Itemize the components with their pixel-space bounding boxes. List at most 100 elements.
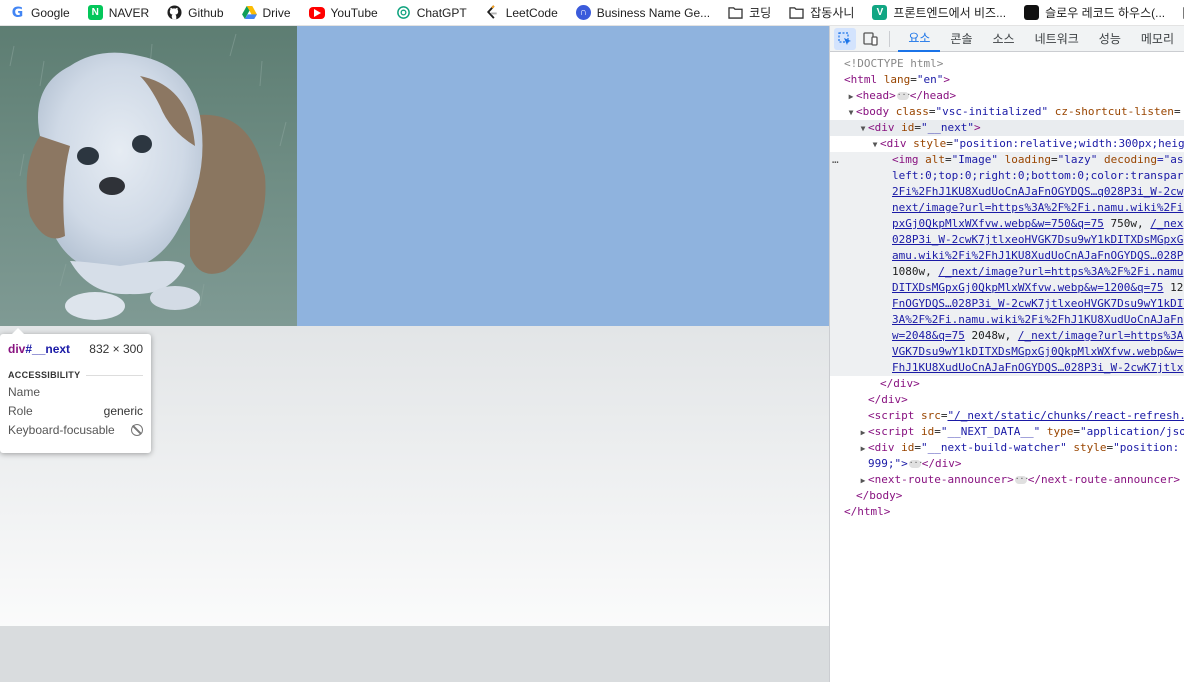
more-actions-icon[interactable]: … (832, 152, 839, 168)
script-src-link[interactable]: "/_next/static/chunks/react-refresh. (947, 409, 1184, 422)
dom-node-build-watcher[interactable]: ▶ <div id="__next-build-watcher" style="p… (830, 440, 1184, 456)
attr-value: "position:relative;width:300px;heig (952, 137, 1184, 150)
dom-node-close-div[interactable]: </div> (830, 392, 1184, 408)
github-icon (167, 5, 183, 20)
inspect-tooltip: div#__next 832 × 300 ACCESSIBILITY Name … (0, 328, 151, 453)
srcset-link[interactable]: /_next/image?url=https%3A%2F%2Fi.namu (938, 265, 1183, 278)
tag-text: </next-route-announcer> (1027, 473, 1181, 486)
collapsed-ellipsis-icon[interactable]: ··· (896, 91, 911, 100)
srcset-link[interactable]: DITXDsMGpxGj0QkpMlxWXfvw.webp&w=1200&q=7… (892, 281, 1164, 294)
tooltip-section-accessibility: ACCESSIBILITY (8, 370, 143, 380)
expand-triangle-icon[interactable]: ▶ (846, 89, 856, 104)
dom-build-watcher-continuation: 999;">···</div> (830, 456, 1184, 472)
dom-node-next-div[interactable]: ▼ <div id="__next"> (830, 120, 1184, 136)
srcset-descriptor: 750w, (1110, 217, 1144, 230)
srcset-link[interactable]: amu.wiki%2Fi%2FhJ1KU8XudUoCnAJaFnOGYDQS…… (892, 249, 1183, 262)
srcset-link[interactable]: 028P3i_W-2cwK7jtlxeoHVGK7Dsu9wY1kDITXDsM… (892, 233, 1183, 246)
attr-name: src (920, 409, 941, 422)
dom-img-continuation: pxGj0QkpMlxWXfvw.webp&w=750&q=75 750w, /… (830, 216, 1184, 232)
tag-text: <head> (856, 89, 896, 102)
srcset-link[interactable]: next/image?url=https%3A%2F%2Fi.namu.wiki… (892, 201, 1183, 214)
dom-img-continuation: 028P3i_W-2cwK7jtlxeoHVGK7Dsu9wY1kDITXDsM… (830, 232, 1184, 248)
bookmark-label: YouTube (330, 5, 378, 20)
inspect-element-button[interactable] (834, 27, 856, 50)
tab-performance[interactable]: 성능 (1089, 26, 1131, 52)
expand-triangle-icon[interactable]: ▶ (858, 425, 868, 440)
dom-node-body-close[interactable]: </body> (830, 488, 1184, 504)
bookmark-label: NAVER (108, 5, 150, 20)
collapse-triangle-icon[interactable]: ▼ (858, 121, 868, 136)
attr-name: lang (883, 73, 911, 86)
dom-node-route-announcer[interactable]: ▶ <next-route-announcer>···</next-route-a… (830, 472, 1184, 488)
bookmark-folder-misc[interactable]: 잡동사니 (789, 2, 854, 24)
tab-memory[interactable]: 메모리 (1131, 26, 1184, 52)
srcset-link[interactable]: w=2048&q=75 (892, 329, 965, 342)
attr-name: style (913, 137, 947, 150)
not-focusable-icon (131, 424, 143, 436)
bookmark-slow-record[interactable]: 슬로우 레코드 하우스(... (1024, 2, 1165, 24)
srcset-link[interactable]: /_nex (1150, 217, 1183, 230)
dom-node-script-react-refresh[interactable]: <script src="/_next/static/chunks/react-… (830, 408, 1184, 424)
srcset-link[interactable]: FnOGYDQS…028P3i_W-2cwK7jtlxeoHVGK7Dsu9wY… (892, 297, 1184, 310)
tag-text: > (943, 73, 950, 86)
attr-name: class (895, 105, 929, 118)
tag-text: <body (856, 105, 890, 118)
dom-node-body[interactable]: ▼ <body class = "vsc-initialized" cz-shortc… (830, 104, 1184, 120)
dom-node-html-close[interactable]: </html> (830, 504, 1184, 520)
bookmark-leetcode[interactable]: LeetCode (484, 2, 558, 24)
dom-img-continuation: FhJ1KU8XudUoCnAJaFnOGYDQS…028P3i_W-2cwK7… (830, 360, 1184, 376)
tag-text: <html (844, 73, 878, 86)
dom-node-img[interactable]: … <img alt="Image" loading="lazy" decodin… (830, 152, 1184, 168)
naver-icon: N (87, 5, 103, 20)
attr-name: style (1073, 441, 1107, 454)
dom-node-close-div[interactable]: </div> (830, 376, 1184, 392)
tab-sources[interactable]: 소스 (983, 26, 1025, 52)
tag-text: > (973, 121, 981, 134)
v-icon: V (872, 5, 888, 20)
dom-tree: <!DOCTYPE html> <html lang="en"> ▶ <head>… (830, 52, 1184, 520)
tag-text: </div> (880, 377, 920, 390)
drive-icon (241, 5, 257, 20)
expand-triangle-icon[interactable]: ▶ (858, 473, 868, 488)
tab-elements[interactable]: 요소 (898, 26, 941, 52)
tooltip-row-name: Name (8, 385, 143, 399)
attr-name: type (1046, 425, 1074, 438)
attr-name: alt (925, 153, 945, 166)
dom-node-style-div[interactable]: ▼ <div style="position:relative;width:300… (830, 136, 1184, 152)
bookmark-github[interactable]: Github (167, 2, 224, 24)
srcset-link[interactable]: 3A%2F%2Fi.namu.wiki%2Fi%2FhJ1KU8XudUoCnA… (892, 313, 1183, 326)
bookmark-label: Github (188, 5, 224, 20)
tag-text: <div (868, 441, 895, 454)
doctype-text: <!DOCTYPE html> (844, 57, 944, 70)
device-toolbar-button[interactable] (860, 28, 882, 50)
tooltip-row-label: Name (8, 385, 41, 399)
tag-text: </html> (844, 505, 891, 518)
tab-network[interactable]: 네트워크 (1025, 26, 1089, 52)
dom-node-script-next-data[interactable]: ▶ <script id="__NEXT_DATA__" type="applic… (830, 424, 1184, 440)
collapsed-ellipsis-icon[interactable]: ··· (1014, 475, 1029, 484)
bookmark-youtube[interactable]: YouTube (308, 2, 378, 24)
dom-node-html[interactable]: <html lang="en"> (830, 72, 1184, 88)
bookmark-business-name[interactable]: ∩ Business Name Ge... (575, 2, 710, 24)
srcset-link[interactable]: /_next/image?url=https%3A (1018, 329, 1184, 342)
srcset-link[interactable]: 2Fi%2FhJ1KU8XudUoCnAJaFnOGYDQS…q028P3i_W… (892, 185, 1183, 198)
tab-console[interactable]: 콘솔 (940, 26, 982, 52)
dom-node-head[interactable]: ▶ <head>···</head> (830, 88, 1184, 104)
expand-triangle-icon[interactable]: ▶ (858, 441, 868, 456)
srcset-link[interactable]: VGK7Dsu9wY1kDITXDsMGpxGj0QkpMlxWXfvw.web… (892, 345, 1183, 358)
bookmark-frontend[interactable]: V 프론트엔드에서 비즈... (872, 2, 1006, 24)
bookmark-naver[interactable]: N NAVER (87, 2, 150, 24)
collapse-triangle-icon[interactable]: ▼ (846, 105, 856, 120)
bookmark-folder-coding[interactable]: 코딩 (728, 2, 771, 24)
srcset-link[interactable]: FhJ1KU8XudUoCnAJaFnOGYDQS…028P3i_W-2cwK7… (892, 361, 1183, 374)
bookmark-drive[interactable]: Drive (241, 2, 291, 24)
attr-value: 999;"> (868, 457, 908, 470)
collapsed-ellipsis-icon[interactable]: ··· (908, 459, 923, 468)
collapse-triangle-icon[interactable]: ▼ (870, 137, 880, 152)
srcset-descriptor: 12 (1170, 281, 1184, 294)
bookmark-chatgpt[interactable]: ChatGPT (395, 2, 467, 24)
dom-node-doctype[interactable]: <!DOCTYPE html> (830, 56, 1184, 72)
srcset-link[interactable]: pxGj0QkpMlxWXfvw.webp&w=750&q=75 (892, 217, 1104, 230)
attr-value: ="as (1156, 153, 1184, 166)
bookmark-google[interactable]: G Google (10, 2, 70, 24)
